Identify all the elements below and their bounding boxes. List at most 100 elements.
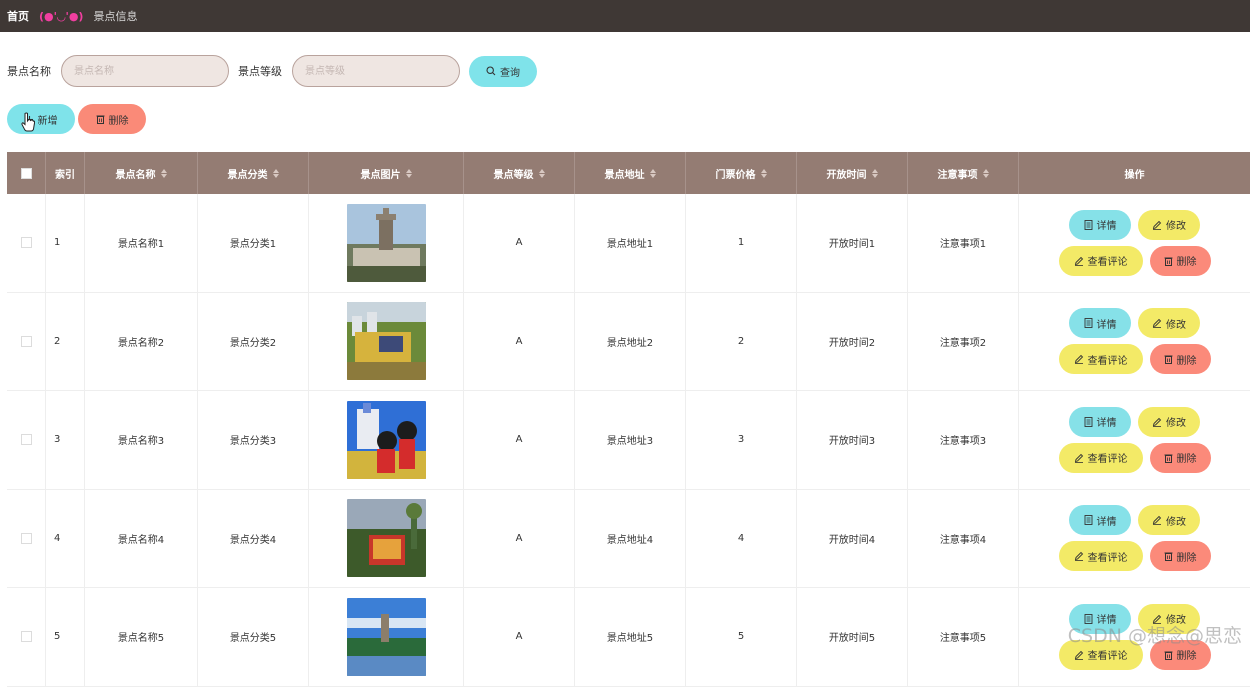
header-level[interactable]: 景点等级: [464, 152, 575, 194]
delete-button[interactable]: 删除: [1150, 541, 1211, 571]
actions-cell: 详情 修改 查看评论 删除: [1019, 194, 1250, 292]
row-actions: 详情 修改 查看评论 删除: [1059, 210, 1211, 276]
search-button-label: 查询: [500, 64, 520, 79]
open-time-cell: 开放时间1: [797, 194, 908, 292]
sort-icon[interactable]: [161, 169, 167, 178]
view-reviews-button[interactable]: 查看评论: [1059, 246, 1143, 276]
pencil-icon: [1074, 551, 1084, 561]
header-category[interactable]: 景点分类: [198, 152, 309, 194]
name-search-input[interactable]: [61, 55, 229, 87]
delete-button[interactable]: 删除: [1150, 443, 1211, 473]
sort-icon[interactable]: [761, 169, 767, 178]
delete-button-label: 删除: [1177, 253, 1197, 268]
category-cell: 景点分类1: [198, 194, 309, 292]
watermark: CSDN @想念@思恋: [1068, 621, 1242, 648]
edit-button[interactable]: 修改: [1138, 308, 1200, 338]
edit-button[interactable]: 修改: [1138, 505, 1200, 535]
pencil-icon: [1074, 453, 1084, 463]
detail-button[interactable]: 详情: [1069, 308, 1131, 338]
row-actions-bottom: 查看评论 删除: [1059, 246, 1211, 276]
add-button[interactable]: 新增: [7, 104, 75, 134]
sort-icon[interactable]: [983, 169, 989, 178]
header-notes[interactable]: 注意事项: [908, 152, 1019, 194]
row-actions-top: 详情 修改: [1069, 210, 1200, 240]
scenic-spot-image[interactable]: [347, 598, 426, 676]
edit-button[interactable]: 修改: [1138, 407, 1200, 437]
delete-button-label: 删除: [1177, 647, 1197, 662]
trash-icon: [1164, 256, 1173, 266]
detail-button[interactable]: 详情: [1069, 210, 1131, 240]
notes-cell: 注意事项4: [908, 490, 1019, 588]
row-checkbox[interactable]: [21, 533, 32, 544]
row-checkbox[interactable]: [21, 434, 32, 445]
level-search-label: 景点等级: [238, 63, 282, 79]
table-row[interactable]: 5 景点名称5 景点分类5 A 景点地址5 5 开放时间5 注意事项5 详情 修…: [7, 588, 1250, 687]
category-cell: 景点分类2: [198, 293, 309, 391]
breadcrumb-home[interactable]: 首页: [7, 8, 29, 24]
detail-button[interactable]: 详情: [1069, 505, 1131, 535]
address-cell: 景点地址2: [575, 293, 686, 391]
scenic-spot-image[interactable]: [347, 204, 426, 282]
level-cell: A: [464, 391, 575, 489]
document-icon: [1084, 417, 1093, 427]
price-cell: 3: [686, 391, 797, 489]
hand-cursor-icon: [21, 112, 35, 132]
table-row[interactable]: 1 景点名称1 景点分类1 A 景点地址1 1 开放时间1 注意事项1 详情 修…: [7, 194, 1250, 293]
row-checkbox[interactable]: [21, 336, 32, 347]
name-search-label: 景点名称: [7, 63, 51, 79]
open-time-cell: 开放时间2: [797, 293, 908, 391]
batch-delete-label: 删除: [109, 112, 129, 127]
header-image[interactable]: 景点图片: [309, 152, 464, 194]
level-search-input[interactable]: [292, 55, 460, 87]
edit-button-label: 修改: [1166, 513, 1186, 528]
view-reviews-button[interactable]: 查看评论: [1059, 344, 1143, 374]
detail-button-label: 详情: [1097, 414, 1117, 429]
search-button[interactable]: 查询: [469, 56, 537, 87]
sort-icon[interactable]: [872, 169, 878, 178]
row-checkbox[interactable]: [21, 237, 32, 248]
view-reviews-button[interactable]: 查看评论: [1059, 541, 1143, 571]
header-address[interactable]: 景点地址: [575, 152, 686, 194]
sort-icon[interactable]: [406, 169, 412, 178]
table-body: 1 景点名称1 景点分类1 A 景点地址1 1 开放时间1 注意事项1 详情 修…: [7, 194, 1250, 687]
select-all-checkbox[interactable]: [21, 168, 32, 179]
scenic-spot-image[interactable]: [347, 499, 426, 577]
batch-delete-button[interactable]: 删除: [78, 104, 146, 134]
delete-button[interactable]: 删除: [1150, 344, 1211, 374]
pencil-icon: [1152, 220, 1162, 230]
scenic-spot-image[interactable]: [347, 401, 426, 479]
view-reviews-button[interactable]: 查看评论: [1059, 443, 1143, 473]
category-cell: 景点分类3: [198, 391, 309, 489]
delete-button[interactable]: 删除: [1150, 246, 1211, 276]
sort-icon[interactable]: [273, 169, 279, 178]
row-actions: 详情 修改 查看评论 删除: [1059, 407, 1211, 473]
sort-icon[interactable]: [539, 169, 545, 178]
row-actions: 详情 修改 查看评论 删除: [1059, 308, 1211, 374]
select-all-cell: [7, 152, 46, 194]
detail-button-label: 详情: [1097, 513, 1117, 528]
table-row[interactable]: 4 景点名称4 景点分类4 A 景点地址4 4 开放时间4 注意事项4 详情 修…: [7, 490, 1250, 589]
header-notes-label: 注意事项: [938, 166, 978, 181]
open-time-cell: 开放时间4: [797, 490, 908, 588]
header-index: 索引: [46, 152, 85, 194]
header-price[interactable]: 门票价格: [686, 152, 797, 194]
detail-button[interactable]: 详情: [1069, 407, 1131, 437]
row-checkbox[interactable]: [21, 631, 32, 642]
scenic-spot-image[interactable]: [347, 302, 426, 380]
header-open-time[interactable]: 开放时间: [797, 152, 908, 194]
table-row[interactable]: 2 景点名称2 景点分类2 A 景点地址2 2 开放时间2 注意事项2 详情 修…: [7, 293, 1250, 392]
row-actions-top: 详情 修改: [1069, 308, 1200, 338]
row-actions-bottom: 查看评论 删除: [1059, 541, 1211, 571]
table-row[interactable]: 3 景点名称3 景点分类3 A 景点地址3 3 开放时间3 注意事项3 详情 修…: [7, 391, 1250, 490]
notes-cell: 注意事项1: [908, 194, 1019, 292]
trash-icon: [1164, 650, 1173, 660]
edit-button[interactable]: 修改: [1138, 210, 1200, 240]
document-icon: [1084, 515, 1093, 525]
address-cell: 景点地址1: [575, 194, 686, 292]
view-reviews-label: 查看评论: [1088, 647, 1128, 662]
price-cell: 4: [686, 490, 797, 588]
image-cell: [309, 293, 464, 391]
header-name[interactable]: 景点名称: [85, 152, 198, 194]
sort-icon[interactable]: [650, 169, 656, 178]
index-cell: 2: [46, 293, 85, 391]
